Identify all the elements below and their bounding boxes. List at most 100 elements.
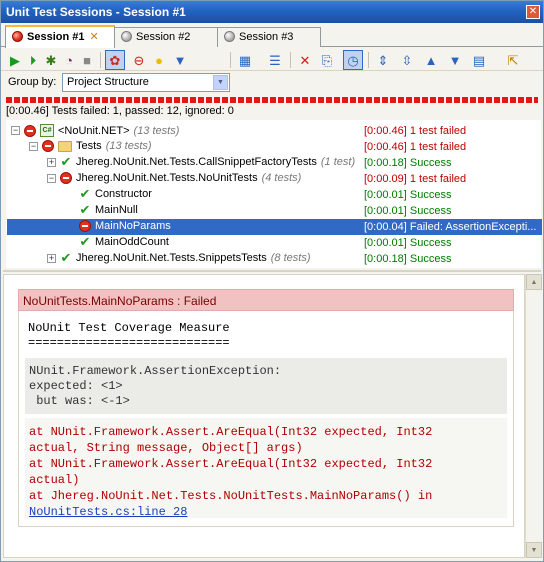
failed-icon: [42, 140, 54, 152]
group-by-select[interactable]: Project Structure ▼: [62, 73, 230, 92]
test-count: (13 tests): [133, 124, 180, 137]
order-icon[interactable]: ☰: [267, 52, 283, 68]
unit-test-sessions-window: Unit Test Sessions - Session #1 ✕ Sessio…: [0, 0, 544, 562]
pane-splitter[interactable]: [3, 270, 541, 272]
stack-line: actual, String message, Object[] args): [29, 441, 303, 455]
chevron-down-icon[interactable]: ▼: [213, 75, 228, 90]
profile-icon[interactable]: ◔: [61, 52, 77, 68]
stack-line: at Jhereg.NoUnit.Net.Tests.NoUnitTests.M…: [29, 489, 433, 503]
run-all-icon[interactable]: ⏵: [25, 52, 41, 68]
scroll-down-icon[interactable]: ▼: [526, 542, 542, 558]
failed-icon: [60, 172, 72, 184]
stop-icon[interactable]: ■: [79, 52, 95, 68]
toolbar-separator: [100, 52, 101, 68]
tree-node-status: [0:00.04] Failed: AssertionExcepti...: [364, 221, 537, 233]
failed-icon: [24, 124, 36, 137]
tree-row[interactable]: + ✔ Jhereg.NoUnit.Net.Tests.SnippetsTest…: [7, 251, 542, 267]
remove-icon[interactable]: ✕: [297, 52, 313, 68]
auto-run-icon[interactable]: ◷: [343, 50, 363, 70]
tree-row[interactable]: ✔ Constructor [0:00.01] Success: [7, 187, 542, 203]
title-bar: Unit Test Sessions - Session #1 ✕: [1, 1, 543, 23]
collapse-all-icon[interactable]: ⇳: [399, 52, 415, 68]
run-icon[interactable]: ▶: [7, 52, 23, 68]
window-title: Unit Test Sessions - Session #1: [6, 5, 186, 19]
tab-session-2[interactable]: Session #2: [114, 27, 218, 47]
tree-node-status: [0:00.09] 1 test failed: [364, 173, 467, 185]
track-icon[interactable]: ⇱: [505, 52, 521, 68]
tree-node-status: [0:00.01] Success: [364, 205, 452, 217]
output-heading: NoUnit Test Coverage Measure ===========…: [28, 321, 230, 351]
prev-failed-icon[interactable]: ▲: [423, 52, 439, 68]
tree-row[interactable]: ✔ MainOddCount [0:00.01] Success: [7, 235, 542, 251]
stack-line: at NUnit.Framework.Assert.AreEqual(Int32…: [29, 457, 433, 471]
expand-all-icon[interactable]: ⇕: [375, 52, 391, 68]
close-window-icon[interactable]: ✕: [526, 5, 540, 19]
ignored-filter-icon[interactable]: ●: [151, 52, 167, 68]
show-all-icon[interactable]: ✿: [105, 50, 125, 70]
test-details-pane: NoUnitTests.MainNoParams : Failed NoUnit…: [3, 274, 525, 558]
scroll-up-icon[interactable]: ▲: [526, 274, 542, 290]
toolbar-separator: [290, 52, 291, 68]
stack-line: actual): [29, 473, 80, 487]
test-count: (8 tests): [270, 252, 311, 264]
group-by-bar: Group by: Project Structure ▼: [1, 72, 543, 94]
passed-icon: ✔: [79, 186, 91, 201]
session-tabs: Session #1 ✕ Session #2 Session #3: [1, 25, 543, 48]
debug-icon[interactable]: ✱: [43, 52, 59, 68]
toolbar: ▶ ⏵ ✱ ◔ ■ ✿ ⊖ ● ▼ ▦ ☰ ✕ ⎘ ◷ ⇕ ⇳ ▲ ▼ ▤ ⇱: [1, 49, 543, 71]
layout-icon[interactable]: ▤: [471, 52, 487, 68]
tree-node-status: [0:00.01] Success: [364, 189, 452, 201]
passed-icon: ✔: [79, 234, 91, 249]
group-by-label: Group by:: [8, 76, 57, 88]
session-status-icon: [121, 31, 132, 42]
group-icon[interactable]: ▦: [237, 52, 253, 68]
tab-label: Session #2: [136, 31, 191, 43]
source-link[interactable]: NoUnitTests.cs:line 28: [29, 505, 187, 519]
assertion-message: NUnit.Framework.AssertionException: expe…: [25, 358, 507, 414]
collapse-icon[interactable]: −: [47, 173, 56, 183]
failed-filter-icon[interactable]: ⊖: [131, 52, 147, 68]
test-count: (13 tests): [105, 140, 152, 152]
tab-label: Session #3: [239, 31, 294, 43]
tree-row[interactable]: − Jhereg.NoUnit.Net.Tests.NoUnitTests (4…: [7, 171, 542, 187]
tree-node-status: [0:00.46] 1 test failed: [364, 125, 467, 137]
failed-status-icon: [12, 31, 23, 42]
tree-row-selected[interactable]: MainNoParams [0:00.04] Failed: Assertion…: [7, 219, 542, 235]
collapse-icon[interactable]: −: [29, 141, 38, 151]
tree-node-label: Tests: [76, 140, 102, 152]
export-icon[interactable]: ⎘: [319, 52, 335, 68]
tab-label: Session #1: [27, 31, 85, 43]
passed-icon: ✔: [60, 154, 72, 169]
tree-row[interactable]: ✔ MainNull [0:00.01] Success: [7, 203, 542, 219]
project-icon: C#: [40, 124, 54, 137]
tree-node-label: Jhereg.NoUnit.Net.Tests.CallSnippetFacto…: [76, 156, 317, 168]
progress-bar: [6, 97, 538, 103]
tree-node-label: <NoUnit.NET>: [58, 124, 130, 137]
tree-node-status: [0:00.01] Success: [364, 237, 452, 249]
tab-session-3[interactable]: Session #3: [217, 27, 321, 47]
tab-session-1[interactable]: Session #1 ✕: [5, 25, 115, 48]
tree-node-status: [0:00.18] Success: [364, 157, 452, 169]
collapse-icon[interactable]: −: [11, 126, 20, 135]
group-by-value: Project Structure: [67, 76, 149, 88]
details-scrollbar[interactable]: ▲ ▼: [525, 274, 542, 558]
tree-node-label: Jhereg.NoUnit.Net.Tests.SnippetsTests: [76, 252, 267, 264]
folder-icon: [58, 140, 72, 152]
passed-icon: ✔: [60, 250, 72, 265]
next-failed-icon[interactable]: ▼: [447, 52, 463, 68]
expand-icon[interactable]: +: [47, 253, 56, 263]
stack-line: at NUnit.Framework.Assert.AreEqual(Int32…: [29, 425, 433, 439]
toolbar-separator: [230, 52, 231, 68]
tree-row[interactable]: − C# <NoUnit.NET> (13 tests) [0:00.46] 1…: [7, 123, 542, 139]
tree-row[interactable]: − Tests (13 tests) [0:00.46] 1 test fail…: [7, 139, 542, 155]
expand-icon[interactable]: +: [47, 157, 56, 167]
summary-text: [0:00.46] Tests failed: 1, passed: 12, i…: [6, 105, 234, 117]
filter-icon[interactable]: ▼: [172, 52, 188, 68]
tree-node-label: Constructor: [95, 188, 152, 200]
test-count: (1 test): [320, 156, 356, 168]
tree-row[interactable]: + ✔ Jhereg.NoUnit.Net.Tests.CallSnippetF…: [7, 155, 542, 171]
stack-trace: at NUnit.Framework.Assert.AreEqual(Int32…: [25, 418, 507, 519]
close-tab-icon[interactable]: ✕: [89, 30, 98, 43]
tree-node-status: [0:00.18] Success: [364, 253, 452, 265]
tree-node-label: Jhereg.NoUnit.Net.Tests.NoUnitTests: [76, 172, 258, 184]
